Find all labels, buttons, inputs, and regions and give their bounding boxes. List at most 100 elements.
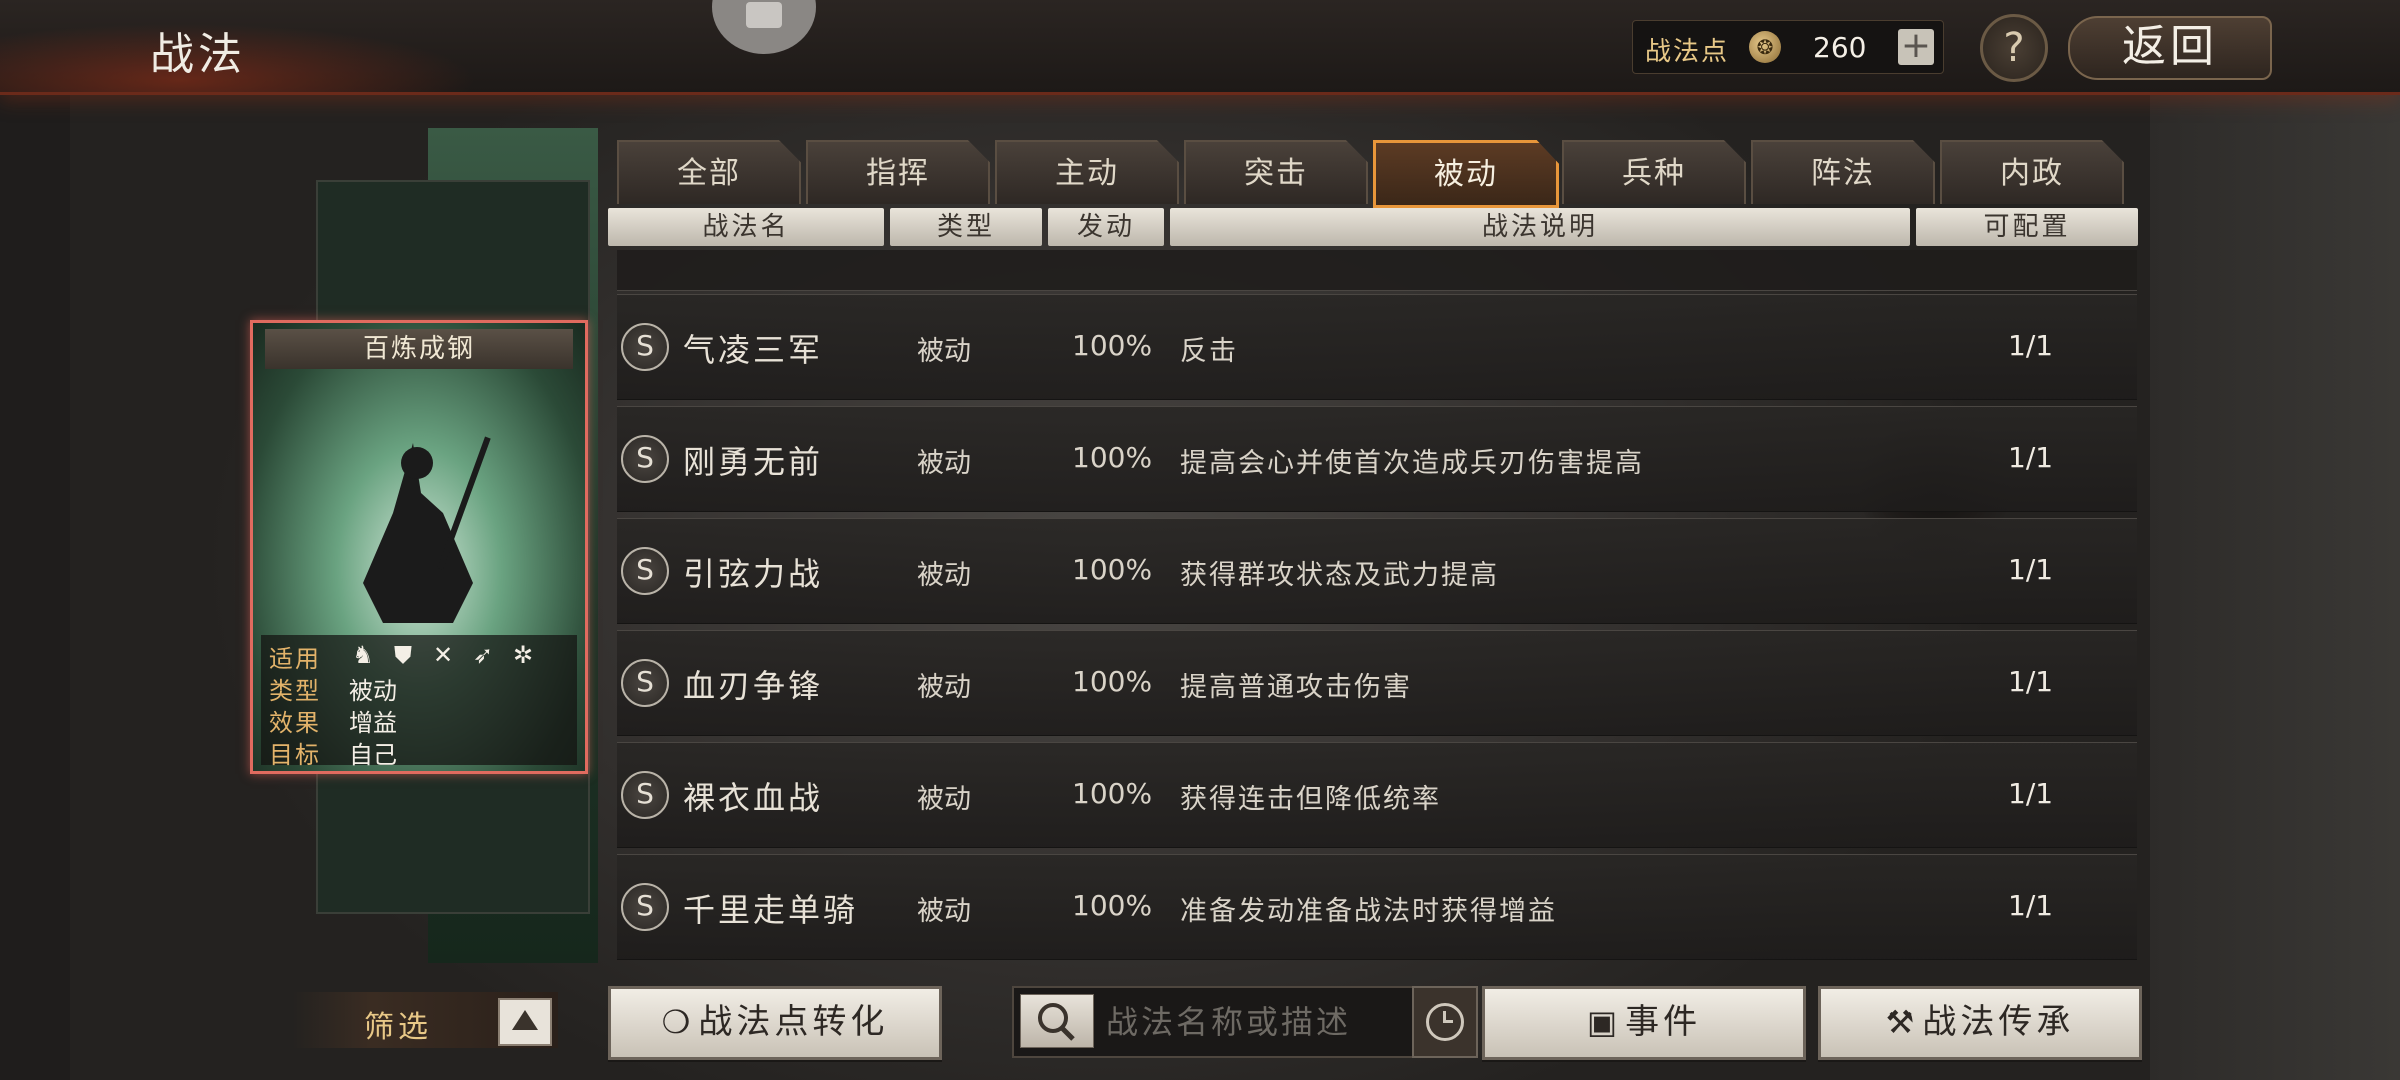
background-right-edge	[2150, 95, 2400, 1080]
tactic-name: 气凌三军	[683, 331, 824, 369]
tactic-type: 被动	[917, 672, 971, 703]
search-icon	[1038, 1003, 1075, 1041]
tab-troop[interactable]: 兵种	[1562, 140, 1746, 204]
tactic-count: 1/1	[2008, 889, 2054, 922]
rank-s-icon: S	[621, 435, 669, 483]
tactic-type: 被动	[917, 784, 971, 815]
search-input[interactable]	[1104, 996, 1408, 1048]
shield-icon: ⛊	[394, 641, 412, 669]
spear-icon: ➶	[472, 641, 494, 669]
convert-points-button[interactable]: ❍ 战法点转化	[608, 986, 942, 1060]
event-label: 事件	[1625, 1002, 1702, 1042]
tactic-desc: 提高会心并使首次造成兵刃伤害提高	[1180, 448, 1644, 479]
tactic-rate: 100%	[1072, 665, 1153, 698]
column-header-type[interactable]: 类型	[890, 208, 1042, 246]
tactic-desc: 反击	[1180, 336, 1238, 367]
tactic-name: 引弦力战	[683, 555, 824, 593]
tab-formation[interactable]: 阵法	[1751, 140, 1935, 204]
tactic-name: 千里走单骑	[683, 891, 859, 929]
tab-internal[interactable]: 内政	[1940, 140, 2124, 204]
card-info-target: 目标 自己	[269, 735, 569, 769]
tactic-desc: 提高普通攻击伤害	[1180, 672, 1412, 703]
back-button[interactable]: 返回	[2068, 16, 2272, 80]
filter-toggle-button[interactable]	[498, 998, 552, 1046]
tactic-desc: 准备发动准备战法时获得增益	[1180, 896, 1557, 927]
event-icon: ▣	[1586, 1003, 1622, 1041]
type-value: 被动	[349, 677, 397, 705]
effect-key: 效果	[269, 709, 321, 737]
inherit-button[interactable]: ⚒ 战法传承	[1818, 986, 2142, 1060]
event-button[interactable]: ▣ 事件	[1482, 986, 1806, 1060]
tactic-rate: 100%	[1072, 553, 1153, 586]
tactic-rate: 100%	[1072, 441, 1153, 474]
convert-icon: ❍	[661, 1003, 695, 1041]
apply-icons: ♞ ⛊ ✕ ➶ ✲	[349, 641, 537, 669]
rank-s-icon: S	[621, 883, 669, 931]
help-button[interactable]: ?	[1980, 14, 2048, 82]
rank-s-icon: S	[621, 659, 669, 707]
hammer-icon: ⚒	[1885, 1003, 1919, 1041]
table-row[interactable]: S 裸衣血战 被动 100% 获得连击但降低统率 1/1	[617, 742, 2137, 848]
column-header-rate[interactable]: 发动	[1048, 208, 1164, 246]
rank-s-icon: S	[621, 771, 669, 819]
column-header-name[interactable]: 战法名	[608, 208, 884, 246]
tactic-points-icon: ❂	[1749, 31, 1781, 63]
top-bar: 战法 战法点 ❂ 260 + ? 返回	[0, 0, 2400, 95]
convert-points-label: 战法点转化	[698, 1002, 889, 1042]
tactic-type: 被动	[917, 896, 971, 927]
list-row-partial[interactable]	[617, 250, 2137, 291]
filter-label[interactable]: 筛选	[364, 1002, 432, 1046]
table-row[interactable]: S 千里走单骑 被动 100% 准备发动准备战法时获得增益 1/1	[617, 854, 2137, 960]
tactic-type: 被动	[917, 560, 971, 591]
tab-assault[interactable]: 突击	[1184, 140, 1368, 204]
table-row[interactable]: S 引弦力战 被动 100% 获得群攻状态及武力提高 1/1	[617, 518, 2137, 624]
history-button[interactable]	[1412, 986, 1478, 1058]
cavalry-icon: ♞	[352, 641, 374, 669]
type-key: 类型	[269, 677, 321, 705]
puzzle-icon[interactable]	[712, 0, 816, 54]
tactic-rate: 100%	[1072, 329, 1153, 362]
add-points-button[interactable]: +	[1898, 28, 1934, 65]
tactic-name: 刚勇无前	[683, 443, 824, 481]
search-button[interactable]	[1020, 994, 1094, 1048]
rank-s-icon: S	[621, 323, 669, 371]
card-title: 百炼成钢	[265, 329, 573, 369]
effect-value: 增益	[349, 709, 397, 737]
tab-all[interactable]: 全部	[617, 140, 801, 204]
tactic-desc: 获得群攻状态及武力提高	[1180, 560, 1499, 591]
tab-active[interactable]: 主动	[995, 140, 1179, 204]
table-row[interactable]: S 血刃争锋 被动 100% 提高普通攻击伤害 1/1	[617, 630, 2137, 736]
tactic-count: 1/1	[2008, 329, 2054, 362]
tactic-points-value: 260	[1813, 31, 1867, 64]
rank-s-icon: S	[621, 547, 669, 595]
card-info-panel: 适用 ♞ ⛊ ✕ ➶ ✲ 类型 被动 效果 增益 目标 自己	[261, 635, 577, 769]
table-row[interactable]: S 刚勇无前 被动 100% 提高会心并使首次造成兵刃伤害提高 1/1	[617, 406, 2137, 512]
tactic-type: 被动	[917, 336, 971, 367]
tab-command[interactable]: 指挥	[806, 140, 990, 204]
tactic-count: 1/1	[2008, 441, 2054, 474]
tab-passive[interactable]: 被动	[1373, 140, 1559, 208]
page-title: 战法	[150, 29, 246, 80]
filter-box: 筛选	[292, 992, 558, 1048]
selected-tactic-card[interactable]: 百炼成钢 适用 ♞ ⛊ ✕ ➶ ✲ 类型 被动 效果 增益 目标 自己	[250, 320, 588, 774]
tactic-count: 1/1	[2008, 553, 2054, 586]
bow-icon: ✕	[432, 641, 454, 669]
card-info-effect: 效果 增益	[269, 703, 569, 737]
background-left-edge	[0, 95, 70, 1080]
card-info-apply: 适用 ♞ ⛊ ✕ ➶ ✲	[269, 639, 569, 673]
target-key: 目标	[269, 741, 321, 769]
search-box	[1012, 986, 1414, 1058]
tactic-name: 血刃争锋	[683, 667, 824, 705]
target-value: 自己	[349, 741, 397, 769]
title-glow	[0, 0, 700, 92]
column-header-count[interactable]: 可配置	[1916, 208, 2138, 246]
tactic-rate: 100%	[1072, 889, 1153, 922]
table-row[interactable]: S 气凌三军 被动 100% 反击 1/1	[617, 294, 2137, 400]
tactic-count: 1/1	[2008, 777, 2054, 810]
warrior-silhouette-icon	[363, 436, 491, 623]
clock-icon	[1426, 1003, 1464, 1041]
tactic-rate: 100%	[1072, 777, 1153, 810]
tactic-points-box: 战法点 ❂ 260 +	[1632, 20, 1944, 74]
tactic-name: 裸衣血战	[683, 779, 824, 817]
tactic-desc: 获得连击但降低统率	[1180, 784, 1441, 815]
